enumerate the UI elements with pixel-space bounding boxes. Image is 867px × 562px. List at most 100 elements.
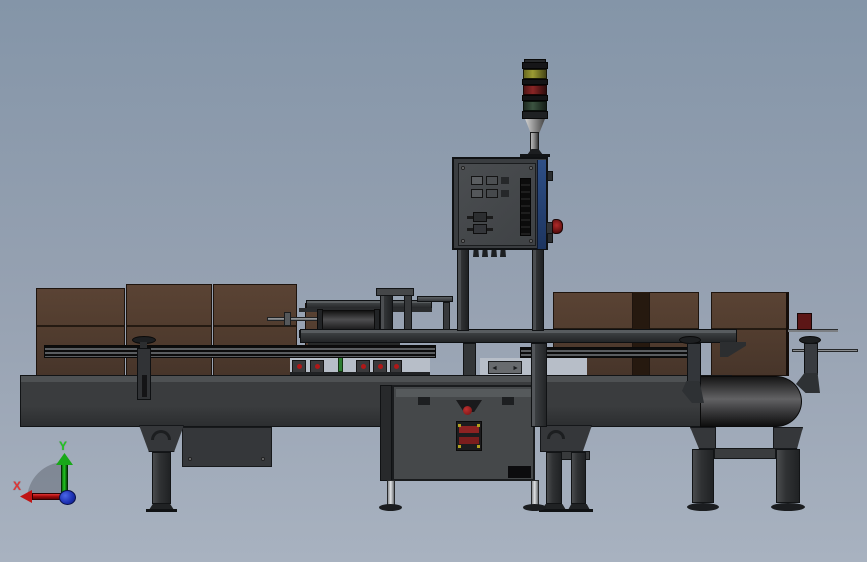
stack-light[interactable] <box>510 58 560 159</box>
panel-support-post[interactable] <box>532 248 544 331</box>
stand-cross-brace <box>714 448 776 459</box>
electrical-cabinet[interactable] <box>392 385 535 481</box>
terminal-block <box>486 189 498 198</box>
relay-block <box>473 212 487 222</box>
screw-icon <box>461 239 465 243</box>
terminal-block <box>501 177 509 184</box>
machine-leg[interactable] <box>692 449 714 503</box>
screw-icon <box>188 457 192 461</box>
machine-leg[interactable] <box>546 452 562 504</box>
name-plate <box>508 466 531 478</box>
relay-pin <box>467 216 473 219</box>
frame-post[interactable] <box>463 343 476 376</box>
panel-support-post[interactable] <box>457 248 469 331</box>
levelling-foot <box>531 480 539 506</box>
screw-icon <box>529 239 533 243</box>
clamp-slot <box>142 375 147 397</box>
rail-clamp-body[interactable] <box>804 343 818 375</box>
head-cross-block <box>376 288 414 296</box>
estop-button[interactable] <box>552 219 563 234</box>
din-rail-slot <box>520 178 531 236</box>
outfeed-roller-end[interactable] <box>700 376 802 427</box>
relay-block <box>473 224 487 234</box>
leg-foot <box>771 503 805 511</box>
leg-foot-base <box>565 509 593 512</box>
cabinet-connector <box>502 397 514 405</box>
sensor-red-dot <box>378 364 383 369</box>
frame-post[interactable] <box>531 343 547 427</box>
under-panel[interactable] <box>182 427 272 467</box>
y-axis-arrowhead <box>56 453 73 465</box>
leg-bracket <box>690 427 716 449</box>
stack-light-base <box>522 111 548 119</box>
panel-door[interactable] <box>458 163 536 246</box>
sensor-green-post <box>338 356 343 372</box>
small-red-unit[interactable] <box>797 313 812 330</box>
screw-icon <box>261 457 265 461</box>
guide-rail-left[interactable] <box>44 345 436 358</box>
stack-light-green <box>523 101 547 111</box>
hinge-tab <box>547 171 553 181</box>
cabinet-top-band <box>396 389 531 397</box>
terminal-block <box>471 189 483 198</box>
screw-icon <box>461 166 465 170</box>
actuator-rod[interactable] <box>267 317 323 321</box>
rod-flange <box>284 312 291 326</box>
sensor-red-dot <box>361 364 366 369</box>
relay-pin <box>487 228 493 231</box>
actuator-cylinder[interactable] <box>321 310 379 331</box>
cable-gland <box>491 250 497 257</box>
hinge-tab <box>547 233 553 243</box>
photo-sensor-box[interactable]: ◄ ► <box>488 361 522 374</box>
screw-icon <box>529 166 533 170</box>
sensor-red-dot <box>315 364 320 369</box>
terminal-block <box>486 176 498 185</box>
red-device[interactable] <box>456 421 482 451</box>
terminal-block <box>471 176 483 185</box>
conveyor-bed[interactable] <box>20 375 732 427</box>
outfeed-shelf <box>788 329 838 332</box>
rail-clamp-body[interactable] <box>687 343 701 383</box>
cabinet-connector <box>418 397 430 405</box>
terminal-block <box>501 190 509 197</box>
orientation-triad[interactable]: Y X <box>10 438 98 516</box>
carton-box[interactable] <box>36 288 125 376</box>
machine-leg[interactable] <box>152 452 171 504</box>
relay-pin <box>467 228 473 231</box>
levelling-foot <box>387 480 395 506</box>
guide-rod[interactable] <box>792 349 858 352</box>
cabinet-side-post <box>380 385 392 481</box>
yellow-dot <box>477 424 480 427</box>
left-arrow-icon: ◄ <box>491 365 498 372</box>
leg-bracket <box>773 427 803 449</box>
cable-gland <box>500 250 506 257</box>
carton-box[interactable] <box>213 284 297 376</box>
foot-pad <box>523 504 546 511</box>
stack-light-pole <box>530 132 539 151</box>
yellow-dot <box>477 445 480 448</box>
machine-leg[interactable] <box>571 452 586 504</box>
red-indicator-ball <box>463 406 472 415</box>
sensor-red-dot <box>297 364 302 369</box>
foot-pad <box>379 504 402 511</box>
sensor-red-dot <box>394 364 399 369</box>
z-axis-disc <box>59 490 76 505</box>
cad-viewport: ◄ ► Y X <box>0 0 867 562</box>
stack-light-foot-plate <box>520 154 550 157</box>
rail-clamp-body[interactable] <box>137 348 151 400</box>
panel-hinge-strip <box>537 160 546 249</box>
red-device-stripe <box>459 437 479 444</box>
cable-gland <box>473 250 479 257</box>
control-panel[interactable] <box>452 157 548 250</box>
y-axis-label: Y <box>59 439 68 453</box>
gantry-beam[interactable] <box>300 329 737 343</box>
cable-gland <box>482 250 488 257</box>
side-table-post <box>443 302 450 330</box>
carton-lid-seam <box>37 325 124 327</box>
relay-pin <box>487 216 493 219</box>
red-device-stripe <box>459 426 479 433</box>
right-arrow-icon: ► <box>512 365 519 372</box>
leg-foot-base <box>146 509 177 512</box>
machine-leg[interactable] <box>776 449 800 503</box>
leg-foot <box>687 503 719 511</box>
